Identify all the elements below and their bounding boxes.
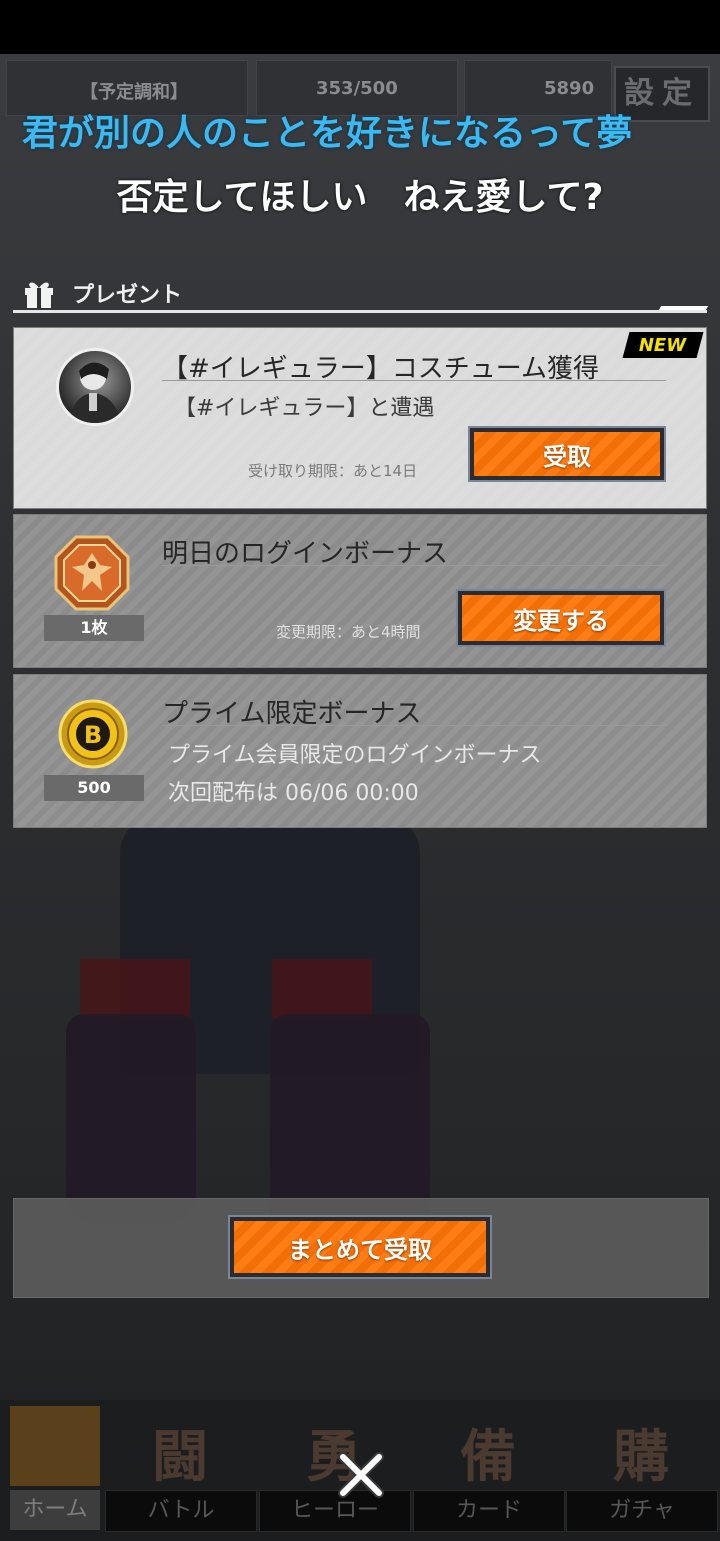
receive-button[interactable]: 受取 xyxy=(468,426,666,482)
background-cuff-right xyxy=(272,959,372,1019)
present-subtitle: 【#イレギュラー】と遭遇 xyxy=(174,396,435,421)
item-quantity: 1枚 xyxy=(44,615,144,641)
present-card: B 500 プライム限定ボーナス プライム会員限定のログインボーナス 次回配布は… xyxy=(13,674,707,828)
coin-icon: B xyxy=(58,699,128,769)
change-deadline: 変更期限：あと4時間 xyxy=(276,623,421,641)
receive-deadline: 受け取り期限：あと14日 xyxy=(248,462,418,480)
home-icon[interactable] xyxy=(10,1406,100,1486)
title-underline xyxy=(162,725,666,726)
next-delivery: 次回配布は 06/06 00:00 xyxy=(168,781,419,806)
collect-all-label: まとめて受取 xyxy=(234,1221,486,1273)
gacha-icon: 購 xyxy=(613,1425,669,1490)
item-quantity: 500 xyxy=(44,775,144,801)
new-badge-label: NEW xyxy=(639,334,687,356)
nav-battle[interactable]: 闘 バトル xyxy=(105,1406,257,1532)
title-underline xyxy=(162,565,666,566)
title-underline xyxy=(162,380,666,381)
receive-button-label: 受取 xyxy=(474,432,660,476)
nav-card[interactable]: 備 カード xyxy=(413,1406,565,1532)
hud-status-label: 【予定調和】 xyxy=(80,82,188,103)
close-icon[interactable] xyxy=(333,1447,389,1503)
lyric-line-1: 君が別の人のことを好きになるって夢 xyxy=(22,113,633,154)
nav-gacha[interactable]: 購 ガチャ xyxy=(566,1406,718,1532)
gift-icon xyxy=(22,276,56,310)
svg-text:B: B xyxy=(84,721,102,749)
change-button[interactable]: 変更する xyxy=(456,589,666,647)
section-divider-accent xyxy=(658,306,709,310)
nav-card-label: カード xyxy=(413,1490,565,1532)
section-divider xyxy=(13,310,707,313)
hud-coins: 5890 xyxy=(544,78,595,99)
background-cuff-left xyxy=(80,959,190,1019)
hud-stamina: 353/500 xyxy=(316,78,398,99)
collect-all-button[interactable]: まとめて受取 xyxy=(228,1215,492,1279)
nav-home-label[interactable]: ホーム xyxy=(10,1490,100,1530)
background-boot-left xyxy=(66,1014,196,1224)
nav-battle-label: バトル xyxy=(105,1490,257,1532)
change-button-label: 変更する xyxy=(462,595,660,641)
section-title: プレゼント xyxy=(72,283,183,308)
card-icon: 備 xyxy=(460,1425,516,1490)
new-badge: NEW xyxy=(622,332,704,358)
present-section-header: プレゼント xyxy=(22,274,182,312)
status-bar xyxy=(0,0,720,54)
lyric-line-2: 否定してほしい ねえ愛して? xyxy=(116,177,604,218)
present-subtitle: プライム会員限定のログインボーナス xyxy=(168,743,542,768)
battle-icon: 闘 xyxy=(152,1425,208,1490)
present-card: NEW 【#イレギュラー】コスチューム獲得 【#イレギュラー】と遭遇 受け取り期… xyxy=(13,327,707,509)
hero-medal-icon xyxy=(54,535,130,611)
character-avatar xyxy=(56,348,134,426)
present-card: 1枚 明日のログインボーナス 変更期限：あと4時間 変更する xyxy=(13,514,707,668)
nav-gacha-label: ガチャ xyxy=(566,1490,718,1532)
